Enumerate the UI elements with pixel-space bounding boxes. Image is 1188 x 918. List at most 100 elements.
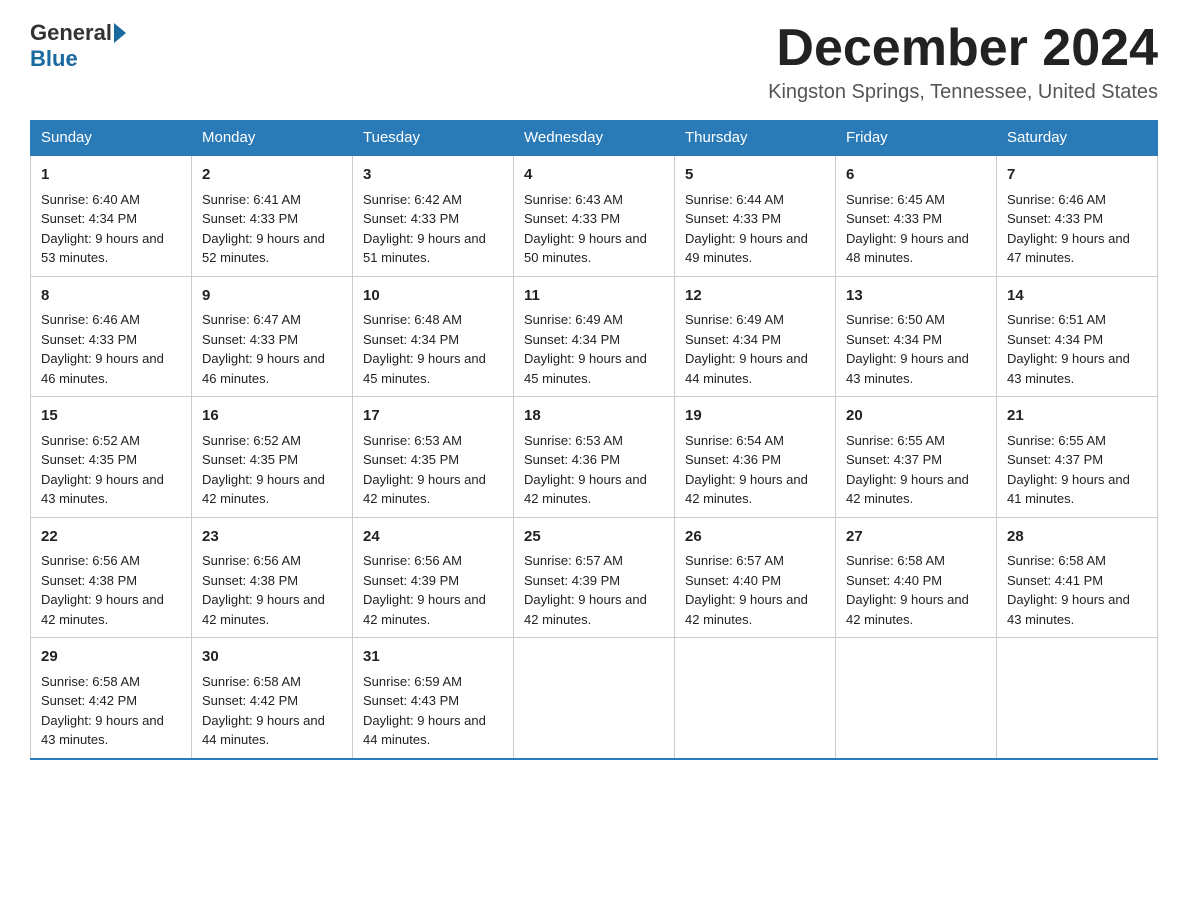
day-number: 11 [524,285,664,308]
daylight-text: Daylight: 9 hours and 42 minutes. [202,470,342,509]
sunrise-text: Sunrise: 6:52 AM [202,431,342,451]
calendar-week-row: 29Sunrise: 6:58 AMSunset: 4:42 PMDayligh… [31,638,1158,759]
sunset-text: Sunset: 4:33 PM [685,209,825,229]
day-number: 4 [524,164,664,187]
sunrise-text: Sunrise: 6:57 AM [524,551,664,571]
calendar-day-cell: 7Sunrise: 6:46 AMSunset: 4:33 PMDaylight… [997,155,1158,276]
daylight-text: Daylight: 9 hours and 53 minutes. [41,229,181,268]
calendar-day-cell: 19Sunrise: 6:54 AMSunset: 4:36 PMDayligh… [675,397,836,518]
calendar-day-cell: 20Sunrise: 6:55 AMSunset: 4:37 PMDayligh… [836,397,997,518]
sunrise-text: Sunrise: 6:56 AM [41,551,181,571]
daylight-text: Daylight: 9 hours and 43 minutes. [1007,349,1147,388]
calendar-day-cell: 5Sunrise: 6:44 AMSunset: 4:33 PMDaylight… [675,155,836,276]
day-number: 27 [846,526,986,549]
daylight-text: Daylight: 9 hours and 42 minutes. [846,590,986,629]
sunset-text: Sunset: 4:35 PM [202,450,342,470]
day-number: 6 [846,164,986,187]
sunset-text: Sunset: 4:42 PM [41,691,181,711]
calendar-header-saturday: Saturday [997,121,1158,156]
daylight-text: Daylight: 9 hours and 46 minutes. [41,349,181,388]
sunrise-text: Sunrise: 6:56 AM [363,551,503,571]
calendar-day-cell: 2Sunrise: 6:41 AMSunset: 4:33 PMDaylight… [192,155,353,276]
daylight-text: Daylight: 9 hours and 42 minutes. [846,470,986,509]
logo-blue-text: Blue [30,46,78,72]
day-number: 19 [685,405,825,428]
calendar-header-monday: Monday [192,121,353,156]
day-number: 31 [363,646,503,669]
logo: General Blue [30,20,128,72]
calendar-week-row: 1Sunrise: 6:40 AMSunset: 4:34 PMDaylight… [31,155,1158,276]
sunrise-text: Sunrise: 6:59 AM [363,672,503,692]
calendar-week-row: 15Sunrise: 6:52 AMSunset: 4:35 PMDayligh… [31,397,1158,518]
daylight-text: Daylight: 9 hours and 42 minutes. [685,590,825,629]
calendar-day-cell: 26Sunrise: 6:57 AMSunset: 4:40 PMDayligh… [675,517,836,638]
calendar-day-cell: 30Sunrise: 6:58 AMSunset: 4:42 PMDayligh… [192,638,353,759]
day-number: 8 [41,285,181,308]
day-number: 12 [685,285,825,308]
sunrise-text: Sunrise: 6:43 AM [524,190,664,210]
sunset-text: Sunset: 4:34 PM [846,330,986,350]
sunrise-text: Sunrise: 6:52 AM [41,431,181,451]
sunrise-text: Sunrise: 6:58 AM [202,672,342,692]
day-number: 14 [1007,285,1147,308]
daylight-text: Daylight: 9 hours and 50 minutes. [524,229,664,268]
logo-general-text: General [30,20,112,46]
daylight-text: Daylight: 9 hours and 42 minutes. [41,590,181,629]
sunset-text: Sunset: 4:34 PM [363,330,503,350]
daylight-text: Daylight: 9 hours and 52 minutes. [202,229,342,268]
sunset-text: Sunset: 4:41 PM [1007,571,1147,591]
day-number: 16 [202,405,342,428]
sunset-text: Sunset: 4:38 PM [41,571,181,591]
daylight-text: Daylight: 9 hours and 42 minutes. [363,470,503,509]
sunrise-text: Sunrise: 6:55 AM [846,431,986,451]
day-number: 28 [1007,526,1147,549]
day-number: 29 [41,646,181,669]
sunset-text: Sunset: 4:33 PM [202,330,342,350]
calendar-day-cell: 24Sunrise: 6:56 AMSunset: 4:39 PMDayligh… [353,517,514,638]
calendar-day-cell: 22Sunrise: 6:56 AMSunset: 4:38 PMDayligh… [31,517,192,638]
calendar-day-cell: 25Sunrise: 6:57 AMSunset: 4:39 PMDayligh… [514,517,675,638]
day-number: 2 [202,164,342,187]
day-number: 10 [363,285,503,308]
daylight-text: Daylight: 9 hours and 51 minutes. [363,229,503,268]
sunset-text: Sunset: 4:36 PM [685,450,825,470]
calendar-day-cell: 12Sunrise: 6:49 AMSunset: 4:34 PMDayligh… [675,276,836,397]
sunset-text: Sunset: 4:39 PM [363,571,503,591]
sunset-text: Sunset: 4:33 PM [524,209,664,229]
title-block: December 2024 Kingston Springs, Tennesse… [768,20,1158,104]
sunset-text: Sunset: 4:39 PM [524,571,664,591]
calendar-day-cell [997,638,1158,759]
sunrise-text: Sunrise: 6:49 AM [524,310,664,330]
logo-triangle-icon [114,23,126,43]
daylight-text: Daylight: 9 hours and 44 minutes. [202,711,342,750]
sunrise-text: Sunrise: 6:53 AM [363,431,503,451]
day-number: 13 [846,285,986,308]
daylight-text: Daylight: 9 hours and 43 minutes. [1007,590,1147,629]
day-number: 25 [524,526,664,549]
sunset-text: Sunset: 4:36 PM [524,450,664,470]
calendar-day-cell: 17Sunrise: 6:53 AMSunset: 4:35 PMDayligh… [353,397,514,518]
sunrise-text: Sunrise: 6:46 AM [1007,190,1147,210]
daylight-text: Daylight: 9 hours and 47 minutes. [1007,229,1147,268]
day-number: 23 [202,526,342,549]
calendar-day-cell: 8Sunrise: 6:46 AMSunset: 4:33 PMDaylight… [31,276,192,397]
sunrise-text: Sunrise: 6:50 AM [846,310,986,330]
daylight-text: Daylight: 9 hours and 42 minutes. [685,470,825,509]
sunset-text: Sunset: 4:37 PM [846,450,986,470]
calendar-day-cell: 21Sunrise: 6:55 AMSunset: 4:37 PMDayligh… [997,397,1158,518]
calendar-day-cell: 31Sunrise: 6:59 AMSunset: 4:43 PMDayligh… [353,638,514,759]
sunset-text: Sunset: 4:37 PM [1007,450,1147,470]
day-number: 30 [202,646,342,669]
sunrise-text: Sunrise: 6:48 AM [363,310,503,330]
calendar-day-cell: 27Sunrise: 6:58 AMSunset: 4:40 PMDayligh… [836,517,997,638]
day-number: 3 [363,164,503,187]
daylight-text: Daylight: 9 hours and 43 minutes. [41,711,181,750]
day-number: 22 [41,526,181,549]
sunrise-text: Sunrise: 6:46 AM [41,310,181,330]
day-number: 26 [685,526,825,549]
day-number: 21 [1007,405,1147,428]
sunrise-text: Sunrise: 6:58 AM [1007,551,1147,571]
location-subtitle: Kingston Springs, Tennessee, United Stat… [768,81,1158,104]
sunrise-text: Sunrise: 6:40 AM [41,190,181,210]
calendar-table: SundayMondayTuesdayWednesdayThursdayFrid… [30,120,1158,760]
